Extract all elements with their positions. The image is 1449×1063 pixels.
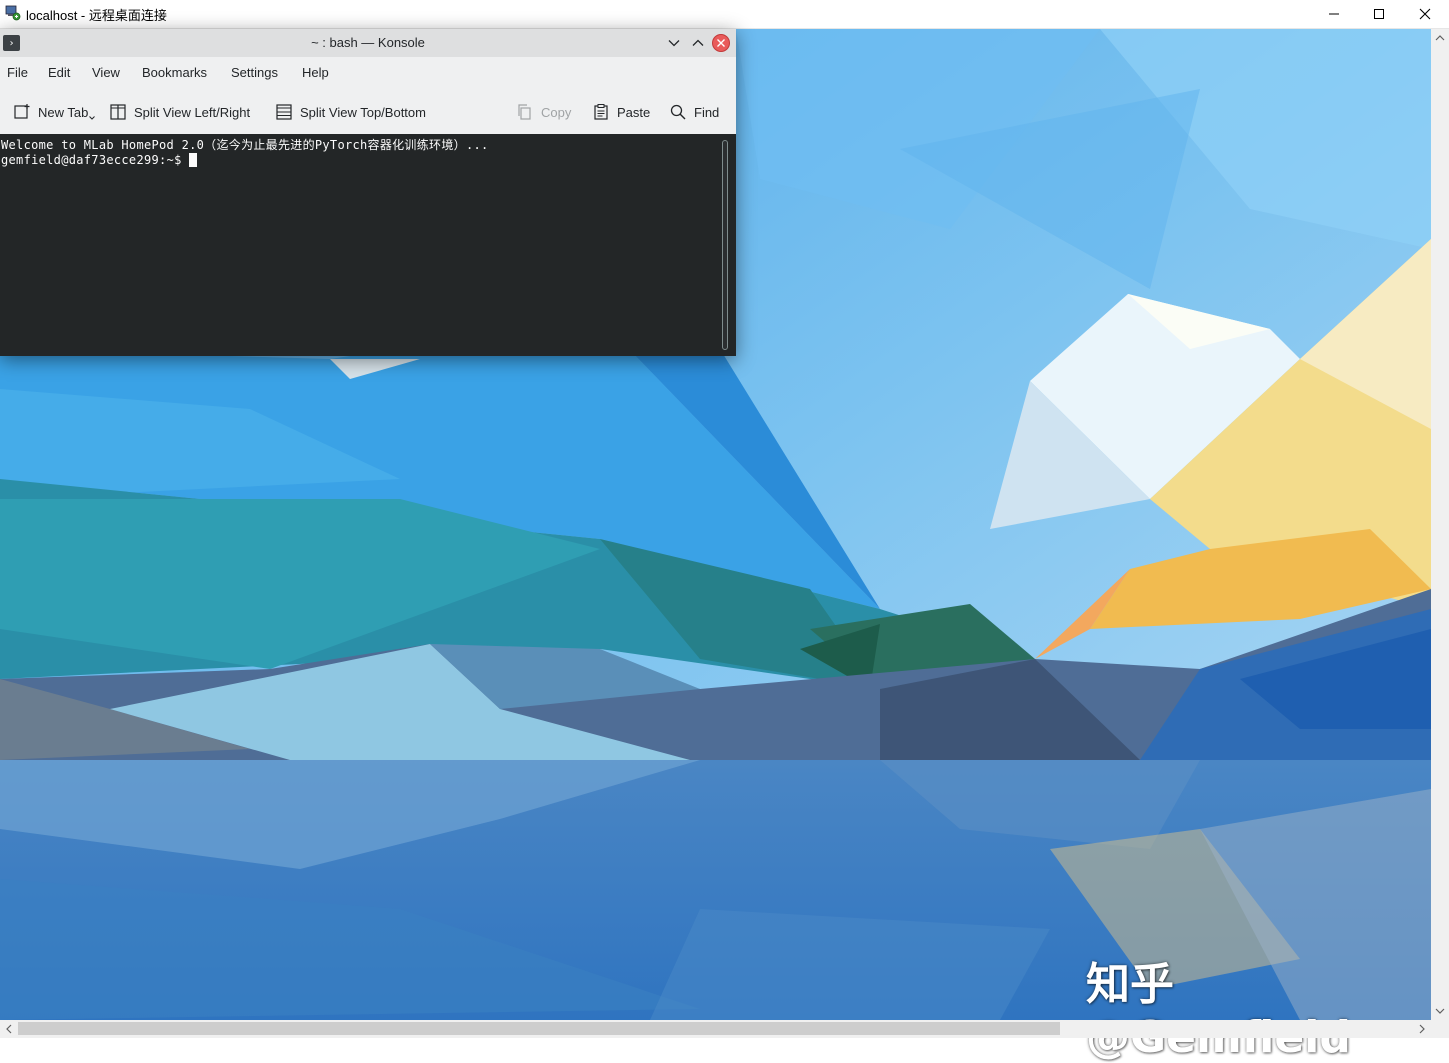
terminal-welcome-line: Welcome to MLab HomePod 2.0（迄今为止最先进的PyTo… [1, 138, 489, 152]
watermark-text: 知乎 @Gemfield [1086, 959, 1351, 1063]
split-left-right-button[interactable]: Split View Left/Right [109, 101, 250, 123]
konsole-toolbar: New Tab Split View Left/Right Split View… [0, 93, 736, 131]
copy-label: Copy [541, 104, 572, 120]
remote-desktop-icon [5, 5, 21, 21]
split-top-bottom-button[interactable]: Split View Top/Bottom [275, 101, 426, 123]
scroll-up-arrow-icon[interactable] [1431, 29, 1449, 47]
dropdown-arrow-icon [89, 116, 96, 120]
terminal-scrollbar[interactable] [722, 140, 728, 350]
split-horizontal-icon [276, 104, 292, 120]
split-top-bottom-label: Split View Top/Bottom [300, 104, 426, 120]
konsole-titlebar[interactable]: › ~ : bash — Konsole [0, 29, 736, 57]
paste-icon [594, 104, 608, 120]
split-vertical-icon [110, 104, 126, 120]
terminal-prompt-line: gemfield@daf73ecce299:~$ [1, 153, 198, 167]
menu-edit[interactable]: Edit [48, 65, 70, 80]
rdp-window-title: localhost - 远程桌面连接 [26, 8, 167, 23]
find-button[interactable]: Find [669, 101, 719, 123]
konsole-minimize-button[interactable] [665, 34, 683, 52]
scroll-right-arrow-icon[interactable] [1413, 1020, 1431, 1038]
terminal-area[interactable]: Welcome to MLab HomePod 2.0（迄今为止最先进的PyTo… [0, 134, 736, 356]
terminal-cursor [189, 153, 198, 167]
copy-button[interactable]: Copy [516, 101, 571, 123]
menu-settings[interactable]: Settings [231, 65, 278, 80]
find-label: Find [694, 104, 720, 120]
menu-help[interactable]: Help [302, 65, 329, 80]
maximize-button[interactable] [1356, 0, 1402, 28]
new-tab-icon [14, 104, 30, 119]
vertical-scrollbar[interactable] [1431, 29, 1449, 1020]
chevron-up-icon [692, 39, 704, 46]
konsole-menubar: File Edit View Bookmarks Settings Help [0, 57, 736, 89]
new-tab-label: New Tab [38, 104, 89, 120]
chevron-down-icon [668, 40, 680, 47]
horizontal-scrollbar[interactable] [0, 1020, 1431, 1038]
konsole-window-title: ~ : bash — Konsole [311, 35, 425, 50]
close-button[interactable] [1402, 0, 1448, 28]
menu-view[interactable]: View [92, 65, 120, 80]
horizontal-scroll-thumb[interactable] [18, 1022, 1060, 1035]
scrollbar-corner [1431, 1020, 1449, 1038]
close-icon [717, 39, 725, 47]
rdp-titlebar: localhost - 远程桌面连接 [0, 0, 1449, 29]
split-left-right-label: Split View Left/Right [134, 104, 251, 120]
scroll-left-arrow-icon[interactable] [0, 1020, 18, 1038]
scroll-down-arrow-icon[interactable] [1431, 1002, 1449, 1020]
paste-button[interactable]: Paste [592, 101, 650, 123]
terminal-prompt: gemfield@daf73ecce299:~$ [1, 153, 190, 167]
menu-bookmarks[interactable]: Bookmarks [142, 65, 207, 80]
copy-icon [518, 104, 531, 120]
minimize-button[interactable] [1311, 0, 1357, 28]
menu-file[interactable]: File [7, 65, 28, 80]
konsole-window[interactable]: › ~ : bash — Konsole File Edit View Book… [0, 29, 736, 356]
search-icon [670, 104, 686, 120]
new-tab-button[interactable]: New Tab [13, 101, 96, 123]
konsole-close-button[interactable] [712, 34, 730, 52]
paste-label: Paste [617, 104, 651, 120]
konsole-maximize-button[interactable] [689, 34, 707, 52]
